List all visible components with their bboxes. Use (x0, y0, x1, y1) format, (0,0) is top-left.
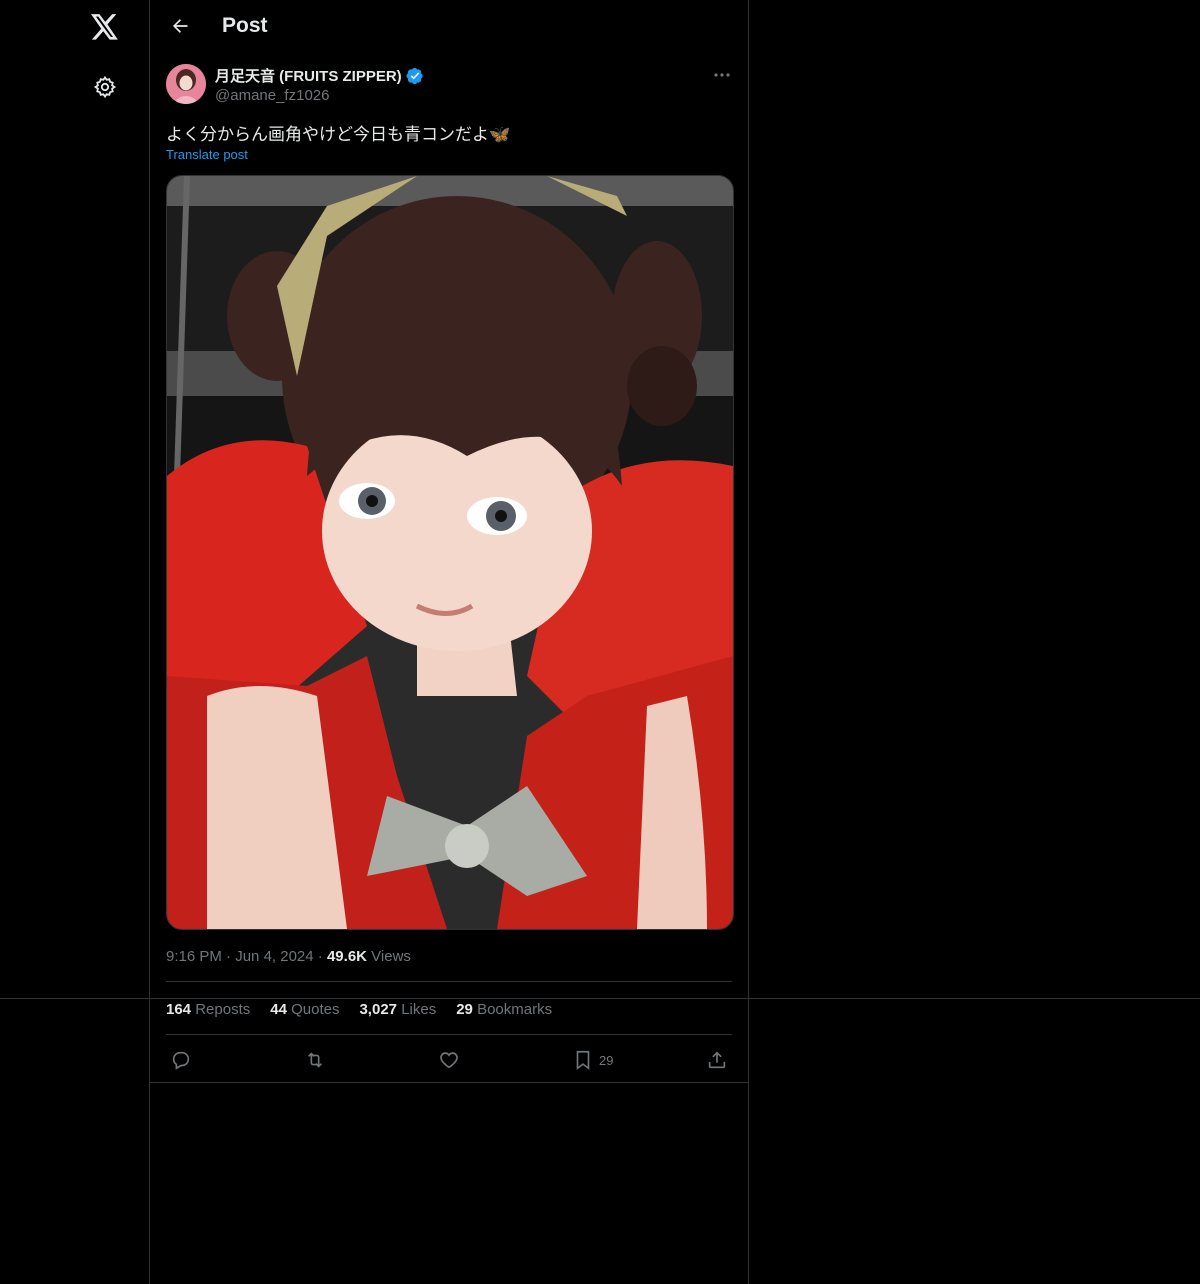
x-logo-icon (91, 14, 118, 40)
likes-label: Likes (401, 1001, 437, 1018)
more-options-button[interactable] (707, 62, 737, 88)
bookmarks-label: Bookmarks (477, 1001, 553, 1018)
author-handle[interactable]: @amane_fz1026 (215, 87, 329, 104)
views-count: 49.6K (326, 948, 367, 965)
like-button[interactable] (438, 1046, 460, 1074)
divider (150, 1082, 748, 1083)
arrow-left-icon (173, 19, 188, 33)
bookmarks-count: 29 (456, 1001, 473, 1018)
meta-separator: · (317, 948, 327, 965)
post-stats: 164 Reposts 44 Quotes 3,027 Likes 29 Boo… (166, 1001, 552, 1018)
post-text: よく分からん画角やけど今日も青コンだよ🦋 (166, 125, 511, 144)
reposts-stat[interactable]: 164 Reposts (166, 1001, 250, 1018)
likes-stat[interactable]: 3,027 Likes (359, 1001, 436, 1018)
bookmark-count: 29 (599, 1052, 614, 1068)
share-icon (708, 1051, 726, 1069)
post-date[interactable]: Jun 4, 2024 (235, 948, 313, 965)
reposts-count: 164 (166, 1001, 192, 1018)
reply-button[interactable] (170, 1046, 192, 1074)
bookmark-button[interactable]: 29 (573, 1046, 613, 1074)
reposts-label: Reposts (195, 1001, 251, 1018)
post-column: Post 月足天音 (FRUITS ZIPPER) @amane_fz1026 … (149, 0, 749, 1284)
page-title: Post (222, 14, 268, 37)
likes-count: 3,027 (359, 1001, 398, 1018)
post-meta: 9:16 PM · Jun 4, 2024 · 49.6K Views (166, 948, 411, 965)
left-nav (0, 0, 149, 1284)
settings-button[interactable] (81, 63, 129, 111)
back-button[interactable] (162, 8, 198, 44)
home-logo-link[interactable] (81, 3, 129, 51)
repost-icon (307, 1052, 323, 1068)
post-header: Post (150, 0, 748, 54)
author-display-name[interactable]: 月足天音 (FRUITS ZIPPER) (215, 65, 402, 86)
views-label: Views (371, 948, 411, 965)
quotes-label: Quotes (291, 1001, 340, 1018)
share-button[interactable] (706, 1046, 728, 1074)
post-time[interactable]: 9:16 PM (166, 948, 222, 965)
quotes-stat[interactable]: 44 Quotes (270, 1001, 339, 1018)
author-name-row[interactable]: 月足天音 (FRUITS ZIPPER) (215, 65, 424, 86)
verified-badge-icon (406, 67, 423, 84)
translate-post-link[interactable]: Translate post (166, 147, 248, 162)
photo-image (167, 176, 733, 929)
reply-icon (172, 1051, 190, 1070)
heart-icon (440, 1052, 458, 1069)
action-bar: 29 (166, 1046, 732, 1074)
divider (166, 981, 732, 982)
more-horizontal-icon (714, 73, 730, 77)
bookmarks-stat[interactable]: 29 Bookmarks (456, 1001, 552, 1018)
gear-icon (93, 75, 117, 99)
repost-button[interactable] (303, 1046, 327, 1074)
avatar[interactable] (166, 64, 206, 104)
post-photo[interactable] (166, 175, 734, 930)
divider (166, 1034, 732, 1035)
meta-separator: · (226, 948, 236, 965)
quotes-count: 44 (270, 1001, 287, 1018)
bookmark-icon (576, 1050, 590, 1070)
